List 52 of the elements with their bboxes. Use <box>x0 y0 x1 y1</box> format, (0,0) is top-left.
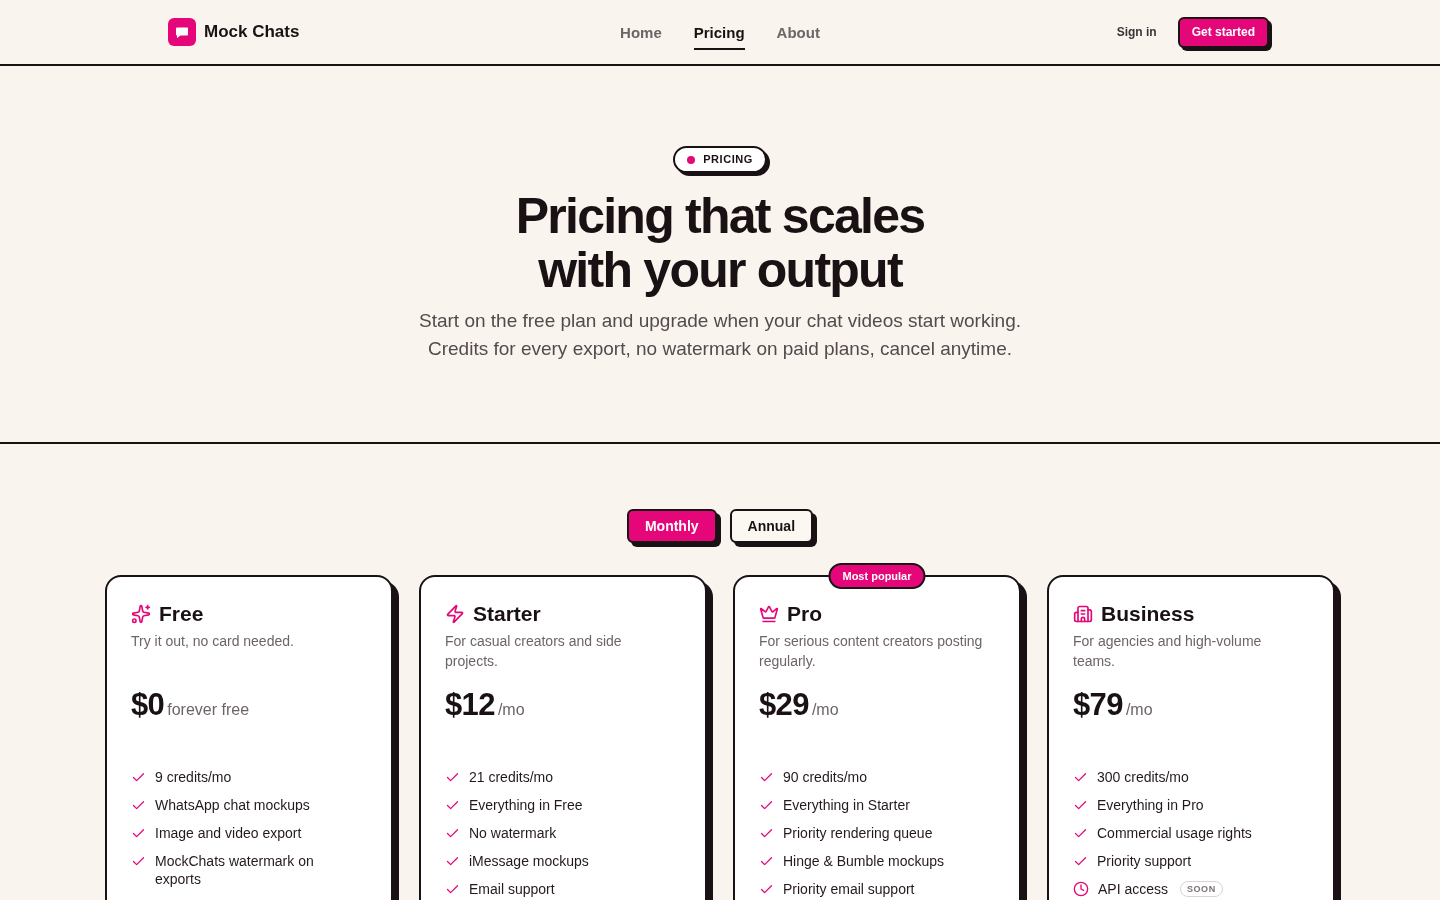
plan-description: Try it out, no card needed. <box>131 632 295 651</box>
nav-link[interactable]: Home <box>620 19 662 50</box>
feature-text: 9 credits/mo <box>155 768 232 786</box>
sparkles-icon <box>131 604 151 624</box>
feature-text: WhatsApp chat mockups <box>155 796 310 814</box>
feature-text: Email support <box>469 880 555 898</box>
feature-text: 300 credits/mo <box>1097 768 1189 786</box>
plan-price: $79 <box>1073 687 1123 723</box>
price-period: /mo <box>1125 700 1153 720</box>
chat-logo-icon <box>168 18 196 46</box>
price-period: /mo <box>497 700 525 720</box>
price-period: /mo <box>811 700 839 720</box>
sign-in-link[interactable]: Sign in <box>1116 23 1157 41</box>
feature-text: No watermark <box>469 824 557 842</box>
feature-text: 90 credits/mo <box>783 768 868 786</box>
building-icon <box>1073 604 1093 624</box>
feature-text: API access <box>1098 880 1169 898</box>
lightning-icon <box>445 604 465 624</box>
page-heading: Pricing that scales with your output <box>515 189 925 297</box>
plan-name: Free <box>159 602 204 626</box>
clock-icon <box>1073 881 1089 897</box>
plan-price: $29 <box>759 687 809 723</box>
plan-price: $12 <box>445 687 495 723</box>
feature-text: Image and video export <box>155 824 302 842</box>
nav-link[interactable]: About <box>776 19 820 50</box>
feature-text: Hinge & Bumble mockups <box>783 852 945 870</box>
plan-description: For casual creators and side projects. <box>445 632 623 671</box>
page-subtitle: Start on the free plan and upgrade when your chat videos start working. Credits for every export, no watermark on paid plans, cancel anytime. <box>419 309 1021 361</box>
brand-name: Mock Chats <box>204 21 300 44</box>
plan-name: Business <box>1101 602 1195 626</box>
feature-text: 21 credits/mo <box>469 768 554 786</box>
feature-text: iMessage mockups <box>469 852 589 870</box>
plan-description: For serious content creators posting regularly. <box>759 632 984 671</box>
plan-price: $0 <box>131 687 165 723</box>
price-period: forever free <box>167 700 250 720</box>
plan-name: Pro <box>787 602 822 626</box>
status-dot-icon <box>687 155 696 164</box>
feature-text: MockChats watermark on exports <box>155 852 315 888</box>
plan-description: For agencies and high-volume teams. <box>1073 632 1263 671</box>
feature-text: Everything in Free <box>469 796 583 814</box>
feature-text: Priority support <box>1097 852 1192 870</box>
feature-text: Commercial usage rights <box>1097 824 1252 842</box>
plan-name: Starter <box>473 602 541 626</box>
badge-label: PRICING <box>703 152 753 168</box>
feature-text: Everything in Pro <box>1097 796 1204 814</box>
feature-text: Everything in Starter <box>783 796 910 814</box>
most-popular-badge: Most popular <box>828 563 926 589</box>
crown-icon <box>759 604 779 624</box>
nav-link[interactable]: Pricing <box>693 19 745 50</box>
get-started-button[interactable]: Get started <box>1177 16 1269 48</box>
feature-text: Priority email support <box>783 880 915 898</box>
feature-text: Priority rendering queue <box>783 824 933 842</box>
